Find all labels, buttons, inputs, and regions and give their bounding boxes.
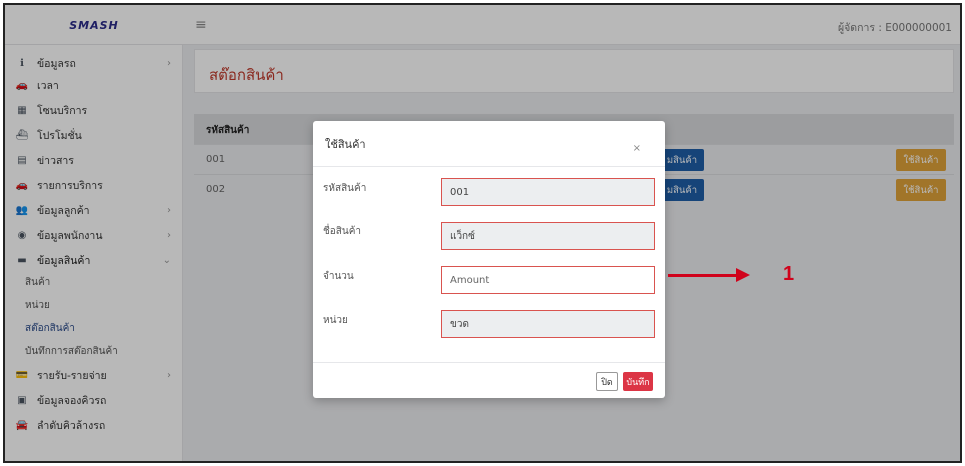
close-icon[interactable]: × <box>633 143 641 154</box>
use-product-modal: ใช้สินค้า × รหัสสินค้า 001 ชื่อสินค้า แว… <box>313 121 665 398</box>
annotation-arrow-line <box>668 274 738 277</box>
label-unit: หน่วย <box>323 315 348 326</box>
modal-title: ใช้สินค้า <box>325 138 366 151</box>
save-button[interactable]: บันทึก <box>623 372 653 391</box>
amount-input[interactable]: Amount <box>441 266 655 294</box>
modal-footer-divider <box>313 362 665 363</box>
label-product-code: รหัสสินค้า <box>323 183 367 194</box>
annotation-arrow-head-icon <box>736 268 750 282</box>
label-product-name: ชื่อสินค้า <box>323 226 362 237</box>
unit-field: ขวด <box>441 310 655 338</box>
product-code-field: 001 <box>441 178 655 206</box>
close-button[interactable]: ปิด <box>596 372 618 391</box>
label-amount: จำนวน <box>323 271 354 282</box>
product-name-field: แว็กซ์ <box>441 222 655 250</box>
modal-header-divider <box>313 166 665 167</box>
annotation-number: 1 <box>783 263 795 285</box>
app-frame: SMASH ≡ ผู้จัดการ : E000000001 ℹ ข้อมูลร… <box>3 3 962 463</box>
